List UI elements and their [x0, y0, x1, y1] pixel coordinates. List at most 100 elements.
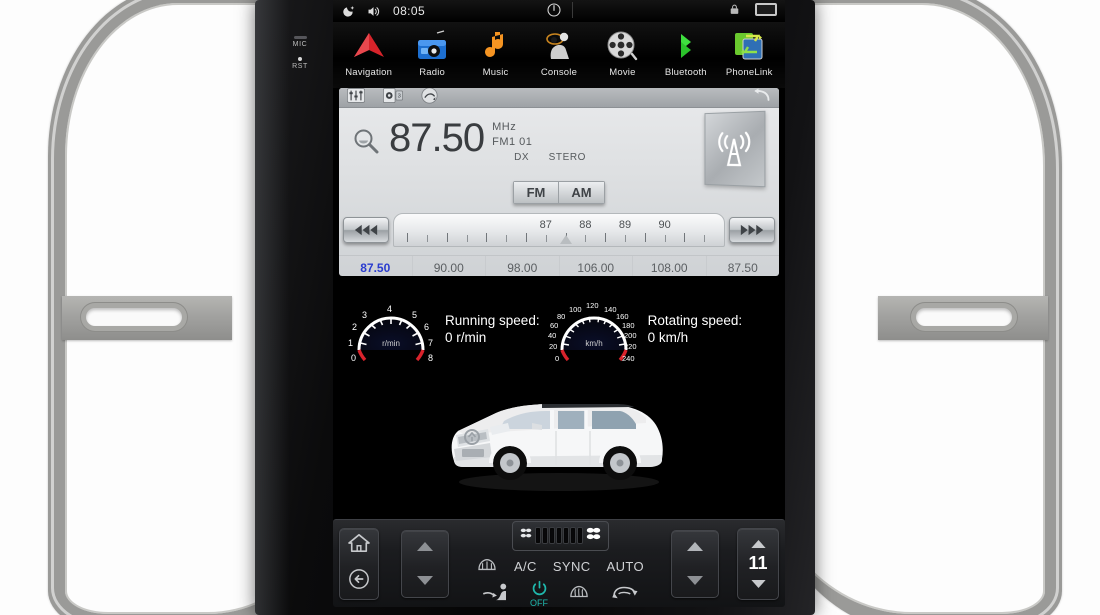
reset-pinhole-icon[interactable]	[298, 57, 302, 61]
app-label: PhoneLink	[725, 67, 773, 78]
svg-text:40: 40	[548, 331, 556, 340]
ac-label[interactable]: A/C	[514, 559, 537, 574]
climate-power-state: OFF	[530, 598, 548, 608]
airflow-seat-icon[interactable]	[482, 582, 510, 607]
climate-control-bar: A/C SYNC AUTO OFF 11	[333, 519, 785, 609]
fan-increase-icon[interactable]	[585, 525, 602, 547]
chevron-down-icon[interactable]	[417, 572, 433, 590]
app-movie[interactable]: Movie	[591, 26, 653, 78]
volume-icon[interactable]	[366, 4, 381, 19]
preset-item[interactable]: 108.00	[633, 256, 707, 276]
svg-text:200: 200	[624, 331, 637, 340]
speedometer-label: Rotating speed:	[647, 312, 743, 328]
app-label: Radio	[419, 67, 446, 78]
speedometer-gauge: 0 20 40 60 80 100 120 140 160 180 200 22…	[546, 288, 642, 371]
preset-item[interactable]: 98.00	[486, 256, 560, 276]
tuner-scale-row: 87 88 89 90	[339, 207, 779, 253]
lock-icon	[730, 4, 739, 14]
phonelink-icon	[718, 26, 780, 66]
preset-item[interactable]: 106.00	[560, 256, 633, 276]
sync-label[interactable]: SYNC	[553, 559, 591, 574]
chevron-down-icon[interactable]	[687, 572, 703, 590]
app-phonelink[interactable]: PhoneLink	[718, 26, 780, 78]
status-divider	[572, 2, 573, 18]
seek-backward-button[interactable]	[343, 217, 389, 243]
app-radio[interactable]: Radio	[401, 26, 463, 78]
back-circle-icon[interactable]	[348, 568, 370, 595]
stereo-mode: STERO	[548, 151, 587, 163]
home-back-key-group	[339, 527, 379, 600]
svg-text:3: 3	[398, 93, 401, 99]
equalizer-icon[interactable]	[347, 88, 365, 108]
radio-display: 87.50 MHz FM1 01 DX STERO FM AM	[339, 108, 779, 204]
auto-label[interactable]: AUTO	[607, 559, 644, 574]
speedometer-group: 0 20 40 60 80 100 120 140 160 180 200 22…	[546, 288, 743, 371]
tuner-scale[interactable]: 87 88 89 90	[393, 213, 725, 247]
fan-decrease-icon[interactable]	[519, 526, 533, 545]
svg-text:100: 100	[569, 305, 582, 314]
speedometer-readout: Rotating speed: 0 km/h	[648, 313, 743, 347]
fan-segment	[556, 528, 561, 544]
svg-text:0: 0	[351, 353, 356, 363]
right-fan-rocker[interactable]	[671, 529, 719, 598]
temperature-value: 11	[748, 553, 768, 573]
vehicle-image	[333, 379, 785, 491]
frequency-unit: MHz	[492, 121, 517, 133]
preset-list: 87.50 90.00 98.00 106.00 108.00 87.50	[339, 255, 779, 276]
magnifier-icon[interactable]	[353, 128, 379, 159]
chevron-up-icon[interactable]	[417, 538, 433, 556]
fan-speed-control[interactable]	[511, 520, 609, 551]
recirculation-icon[interactable]	[610, 583, 638, 606]
fan-segment	[542, 528, 547, 544]
radio-tower-icon	[704, 110, 766, 188]
app-music[interactable]: Music	[465, 26, 527, 78]
app-label: Console	[540, 67, 578, 78]
side-port-labels: MIC RST	[273, 36, 327, 70]
app-console[interactable]: Console	[528, 26, 590, 78]
svg-text:8: 8	[428, 353, 433, 363]
mic-slot-icon	[293, 36, 307, 39]
seek-forward-button[interactable]	[729, 217, 775, 243]
preset-item[interactable]: 90.00	[413, 256, 486, 276]
front-defrost-icon[interactable]	[568, 583, 590, 606]
svg-text:5: 5	[412, 310, 417, 320]
home-icon[interactable]	[348, 533, 370, 558]
temperature-stepper[interactable]: 11	[737, 527, 779, 600]
chevron-down-icon[interactable]	[750, 575, 766, 593]
band-am-button[interactable]: AM	[559, 181, 605, 204]
touchscreen-display[interactable]: 08:05 Navigation Radio Music Console Mov…	[333, 0, 785, 586]
climate-icon-row: OFF	[482, 580, 638, 609]
band-slot: FM1 01	[492, 135, 533, 148]
band-fm-button[interactable]: FM	[513, 181, 559, 204]
frequency-meta: MHz FM1 01 DX STERO	[492, 120, 602, 164]
svg-text:220: 220	[624, 342, 637, 351]
app-navigation[interactable]: Navigation	[338, 26, 400, 78]
tachometer-label: Running speed:	[445, 312, 540, 328]
chevron-up-icon[interactable]	[750, 535, 766, 553]
app-label: Music	[482, 67, 509, 78]
radio-toolbar: 3	[339, 88, 779, 108]
bluetooth-icon	[655, 26, 717, 66]
back-arrow-icon[interactable]	[751, 88, 771, 108]
gauge-row: 0 1 2 3 4 5 6 7 8 r/min Running speed: 0…	[333, 280, 785, 371]
scan-icon[interactable]	[421, 88, 438, 109]
svg-text:20: 20	[549, 342, 557, 351]
window-icon[interactable]	[755, 3, 777, 16]
power-status-group[interactable]	[546, 2, 573, 18]
svg-text:240: 240	[622, 354, 635, 363]
app-label: Navigation	[345, 67, 393, 78]
air-vent-slot-right	[916, 308, 1012, 326]
left-temp-rocker[interactable]	[401, 529, 449, 598]
preset-list-icon[interactable]: 3	[383, 88, 403, 108]
climate-mode-labels: A/C SYNC AUTO	[476, 557, 644, 576]
speedometer-value: 0 km/h	[647, 329, 689, 345]
app-bluetooth[interactable]: Bluetooth	[655, 26, 717, 78]
climate-power-button[interactable]: OFF	[530, 580, 548, 609]
preset-item[interactable]: 87.50	[707, 256, 780, 276]
rear-defrost-icon[interactable]	[476, 557, 498, 576]
preset-item[interactable]: 87.50	[339, 256, 413, 276]
svg-text:0: 0	[555, 354, 559, 363]
chevron-up-icon[interactable]	[687, 538, 703, 556]
frequency-value: 87.50	[389, 116, 485, 160]
fan-segment	[549, 528, 554, 544]
